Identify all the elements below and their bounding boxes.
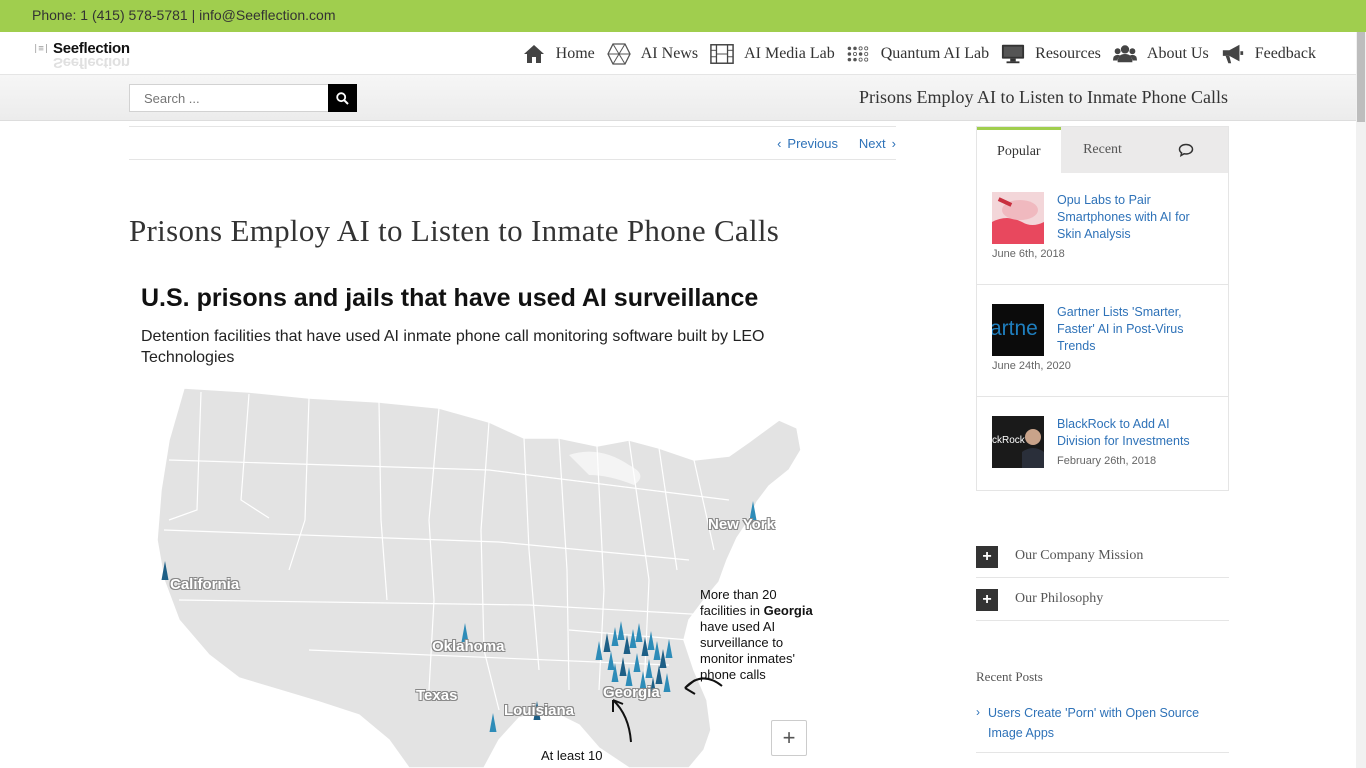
figure-title: U.S. prisons and jails that have used AI…	[141, 284, 759, 312]
map-figure: U.S. prisons and jails that have used AI…	[129, 270, 819, 768]
next-label: Next	[858, 136, 886, 151]
chevron-right-icon: ›	[976, 705, 980, 719]
nav-item-feedback[interactable]: Feedback	[1221, 43, 1316, 65]
label-new-york: New York	[708, 516, 775, 533]
toggle-company-mission[interactable]: + Our Company Mission	[976, 535, 1229, 578]
map-zoom-in-button[interactable]: +	[771, 720, 807, 756]
tab-popular[interactable]: Popular	[977, 127, 1061, 173]
popular-post-title[interactable]: Gartner Lists 'Smarter, Faster' AI in Po…	[1057, 304, 1207, 355]
label-texas: Texas	[416, 687, 458, 704]
nav-label: Quantum AI Lab	[880, 44, 990, 62]
popular-post-item[interactable]: artne Gartner Lists 'Smarter, Faster' AI…	[977, 285, 1228, 397]
toggle-philosophy[interactable]: + Our Philosophy	[976, 578, 1229, 621]
popular-post-title[interactable]: BlackRock to Add AI Division for Investm…	[1057, 416, 1207, 450]
label-california: California	[170, 576, 240, 593]
nav-label: Home	[555, 44, 595, 62]
nav-item-home[interactable]: Home	[522, 43, 595, 65]
post-thumbnail[interactable]	[992, 192, 1044, 244]
plus-icon[interactable]: +	[976, 589, 998, 611]
annotation-georgia-bold: Georgia	[763, 603, 813, 618]
contact-info: Phone: 1 (415) 578-5781 | info@Seeflecti…	[32, 7, 336, 23]
post-thumbnail[interactable]: ckRock	[992, 416, 1044, 468]
tab-comments[interactable]	[1144, 127, 1229, 173]
page-title-bar: Prisons Employ AI to Listen to Inmate Ph…	[0, 75, 1356, 121]
annotation-georgia: More than 20 facilities in Georgia have …	[700, 587, 815, 683]
search-input[interactable]	[129, 84, 329, 112]
sidebar-tabs-widget: Popular Recent Opu Labs to Pair Smartpho…	[976, 126, 1229, 491]
plus-icon[interactable]: +	[976, 546, 998, 568]
post-navigation: ‹ Previous Next ›	[129, 126, 896, 160]
nav-label: Feedback	[1254, 44, 1316, 62]
desktop-icon	[1001, 43, 1025, 65]
annotation-bottom: At least 10	[541, 748, 603, 763]
site-header: |≡| Seeflection Seeflection Home AI News…	[0, 32, 1356, 75]
post-title: Prisons Employ AI to Listen to Inmate Ph…	[129, 213, 780, 248]
nav-item-ai-news[interactable]: AI News	[607, 42, 699, 65]
annotation-georgia-post: have used AI surveillance to monitor inm…	[700, 619, 795, 682]
recent-post-item[interactable]: › Users Create 'Porn' with Open Source I…	[976, 703, 1229, 753]
hexagon-icon	[607, 42, 631, 65]
post-thumbnail[interactable]: artne	[992, 304, 1044, 356]
thumbnail-text: ckRock	[992, 435, 1025, 446]
page-title: Prisons Employ AI to Listen to Inmate Ph…	[859, 87, 1228, 107]
label-oklahoma: Oklahoma	[432, 638, 505, 655]
search-icon	[336, 91, 349, 105]
popular-post-item[interactable]: ckRock BlackRock to Add AI Division for …	[977, 397, 1228, 509]
dots-grid-icon	[847, 43, 871, 65]
main-nav: Home AI News AI Media Lab Quantum AI Lab…	[510, 32, 1316, 75]
toggle-label[interactable]: Our Philosophy	[1015, 591, 1103, 607]
nav-item-resources[interactable]: Resources	[1001, 43, 1101, 65]
label-georgia: Georgia	[603, 684, 660, 701]
popular-post-date: June 24th, 2020	[992, 360, 1071, 372]
scrollbar-thumb[interactable]	[1357, 32, 1365, 122]
previous-post-link[interactable]: ‹ Previous	[777, 136, 838, 151]
tab-row: Popular Recent	[977, 127, 1229, 173]
logo-reflection: Seeflection	[53, 54, 130, 71]
nav-item-ai-media-lab[interactable]: AI Media Lab	[710, 43, 835, 65]
nav-label: Resources	[1035, 44, 1101, 62]
search-button[interactable]	[328, 84, 357, 112]
next-post-link[interactable]: Next ›	[859, 136, 896, 151]
nav-label: AI Media Lab	[744, 44, 835, 62]
toggle-label[interactable]: Our Company Mission	[1015, 548, 1143, 564]
site-logo[interactable]: |≡| Seeflection Seeflection	[33, 37, 143, 71]
nav-label: About Us	[1146, 44, 1209, 62]
nav-item-quantum-ai-lab[interactable]: Quantum AI Lab	[847, 43, 989, 65]
users-icon	[1112, 43, 1137, 65]
comments-icon	[1178, 143, 1194, 157]
film-icon	[710, 43, 734, 65]
popular-post-date: February 26th, 2018	[1057, 455, 1157, 467]
popular-post-item[interactable]: Opu Labs to Pair Smartphones with AI for…	[977, 173, 1228, 285]
nav-label: AI News	[640, 44, 699, 62]
recent-post-title[interactable]: Users Create 'Porn' with Open Source Ima…	[988, 703, 1208, 743]
home-icon	[522, 43, 546, 65]
recent-posts-heading: Recent Posts	[976, 669, 1043, 684]
tab-recent[interactable]: Recent	[1060, 127, 1145, 173]
us-landmass	[156, 387, 802, 768]
thumbnail-text: artne	[992, 317, 1038, 340]
nav-item-about-us[interactable]: About Us	[1112, 43, 1209, 65]
chevron-left-icon: ‹	[777, 136, 782, 151]
bullhorn-icon	[1221, 43, 1245, 65]
popular-post-title[interactable]: Opu Labs to Pair Smartphones with AI for…	[1057, 192, 1207, 243]
page-scrollbar[interactable]	[1356, 32, 1366, 768]
top-contact-bar: Phone: 1 (415) 578-5781 | info@Seeflecti…	[0, 0, 1366, 32]
popular-post-date: June 6th, 2018	[992, 248, 1065, 260]
logo-mark: |≡|	[33, 44, 50, 54]
figure-subtitle: Detention facilities that have used AI i…	[141, 328, 765, 366]
previous-label: Previous	[787, 136, 838, 151]
chevron-right-icon: ›	[891, 136, 896, 151]
label-louisiana: Louisiana	[504, 702, 575, 719]
